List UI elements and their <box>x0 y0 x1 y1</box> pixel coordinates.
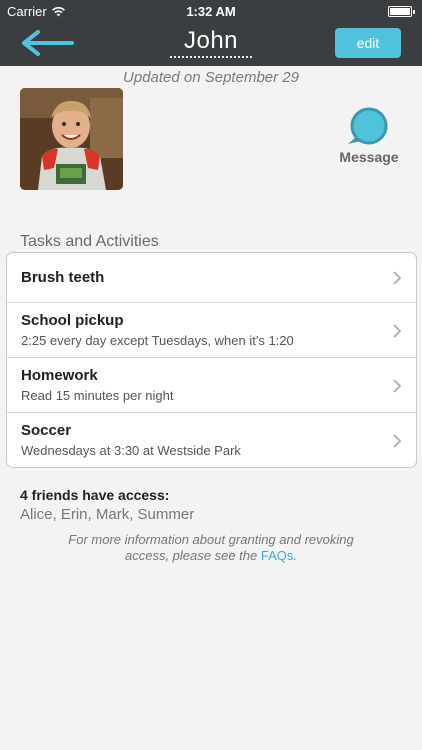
task-name: Soccer <box>21 422 72 439</box>
access-title: 4 friends have access: <box>20 487 170 503</box>
status-bar: Carrier 1:32 AM <box>0 0 422 22</box>
message-button[interactable]: Message <box>334 106 404 168</box>
task-name: Homework <box>21 367 98 384</box>
title-underline <box>170 56 252 58</box>
task-name: Brush teeth <box>21 269 105 286</box>
friends-list: Alice, Erin, Mark, Summer <box>20 506 195 523</box>
faq-link[interactable]: FAQs <box>261 548 294 563</box>
task-detail: Read 15 minutes per night <box>21 388 174 403</box>
chevron-right-icon <box>393 379 402 393</box>
message-label: Message <box>339 149 399 165</box>
task-name: School pickup <box>21 312 124 329</box>
avatar[interactable] <box>20 88 123 190</box>
chevron-right-icon <box>393 271 402 285</box>
task-list: Brush teeth School pickup 2:25 every day… <box>6 252 417 468</box>
updated-timestamp: Updated on September 29 <box>123 69 299 86</box>
task-row-homework[interactable]: Homework Read 15 minutes per night <box>7 358 416 413</box>
speech-bubble-icon <box>348 107 388 145</box>
info-suffix: . <box>293 548 297 563</box>
task-row-brush-teeth[interactable]: Brush teeth <box>7 253 416 303</box>
access-info-text: For more information about granting and … <box>60 532 362 564</box>
task-detail: Wednesdays at 3:30 at Westside Park <box>21 443 241 458</box>
tasks-section-title: Tasks and Activities <box>20 233 159 250</box>
chevron-right-icon <box>393 434 402 448</box>
chevron-right-icon <box>393 324 402 338</box>
navigation-header: Carrier 1:32 AM John edit <box>0 0 422 66</box>
profile-photo <box>20 88 123 190</box>
edit-button[interactable]: edit <box>335 28 401 58</box>
battery-icon <box>388 6 415 17</box>
status-time: 1:32 AM <box>186 4 236 19</box>
task-row-soccer[interactable]: Soccer Wednesdays at 3:30 at Westside Pa… <box>7 413 416 467</box>
task-row-school-pickup[interactable]: School pickup 2:25 every day except Tues… <box>7 303 416 358</box>
info-prefix: For more information about granting and … <box>68 532 354 563</box>
task-detail: 2:25 every day except Tuesdays, when it'… <box>21 333 294 348</box>
